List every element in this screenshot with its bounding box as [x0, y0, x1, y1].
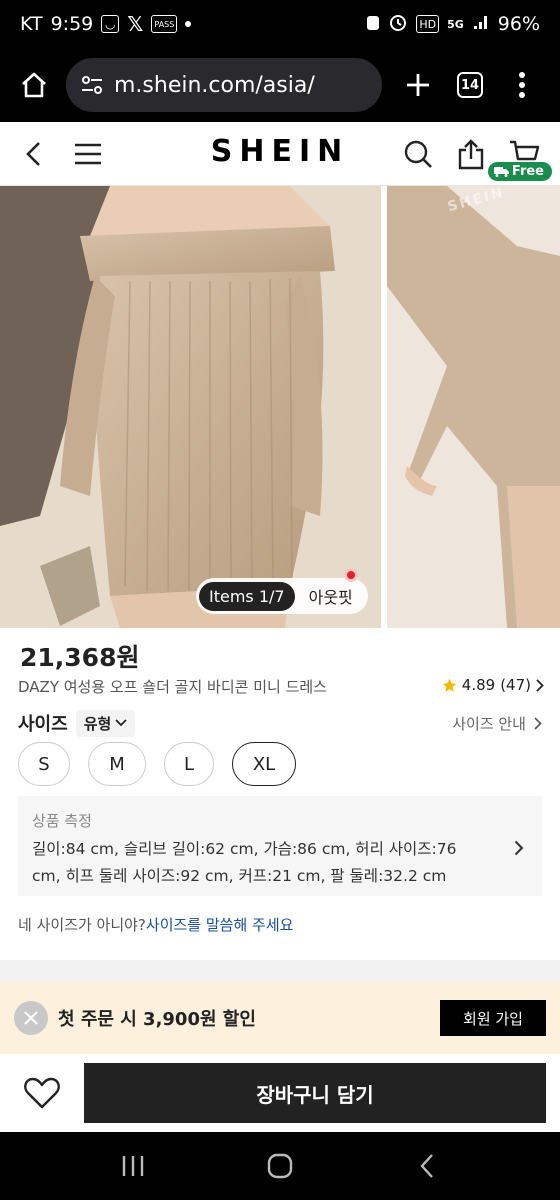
add-to-cart-button[interactable]: 장바구니 담기 — [84, 1063, 546, 1123]
items-count-label[interactable]: Items 1/7 — [199, 581, 295, 611]
product-gallery[interactable]: Items 1/7 아웃핏 SHEIN — [0, 186, 560, 628]
chevron-left-icon — [26, 142, 40, 166]
size-guide-label: 사이즈 안내 — [452, 714, 526, 733]
chevron-right-icon — [536, 678, 544, 692]
status-bar: KT 9:59 ◡ 𝕏 PASS HD 5G 96% — [0, 0, 560, 48]
clock: 9:59 — [50, 13, 94, 35]
product-photo-next[interactable]: SHEIN — [387, 186, 560, 628]
size-option-m[interactable]: M — [88, 742, 146, 786]
outfit-label[interactable]: 아웃핏 — [295, 584, 365, 608]
hd-voice-icon: HD — [416, 15, 440, 33]
search-icon — [404, 140, 432, 168]
dress-illustration — [0, 186, 381, 628]
items-outfit-pill[interactable]: Items 1/7 아웃핏 — [196, 578, 368, 614]
truck-icon — [493, 167, 509, 177]
url-text: m.shein.com/asia/ — [114, 72, 315, 98]
new-tab-button[interactable] — [392, 63, 444, 107]
chevron-right-icon — [514, 840, 524, 856]
wishlist-button[interactable] — [20, 1071, 64, 1115]
free-badge-label: Free — [511, 164, 544, 179]
hamburger-icon — [75, 143, 101, 165]
promo-text: 첫 주문 시 3,900원 할인 — [58, 1009, 256, 1030]
share-button[interactable] — [449, 132, 493, 176]
site-settings-icon[interactable] — [80, 73, 104, 97]
size-help-prefix: 네 사이즈가 아니야? — [18, 916, 146, 934]
browser-toolbar: m.shein.com/asia/ 14 — [0, 48, 560, 122]
measure-title: 상품 측정 — [32, 812, 92, 830]
size-options: S M L XL — [18, 742, 296, 786]
heart-icon — [24, 1077, 60, 1109]
product-photo-main[interactable]: Items 1/7 아웃핏 — [0, 186, 381, 628]
home-icon — [22, 72, 46, 98]
chevron-right-icon — [534, 716, 542, 730]
free-shipping-badge: Free — [487, 162, 552, 181]
outfit-indicator-dot — [344, 568, 358, 582]
tab-count: 14 — [457, 72, 483, 98]
section-divider — [0, 960, 560, 982]
recents-icon — [123, 1156, 144, 1176]
promo-banner: 첫 주문 시 3,900원 할인 회원 가입 — [0, 982, 560, 1054]
dress-side-illustration — [387, 186, 560, 628]
more-vert-icon — [519, 72, 525, 98]
size-option-xl[interactable]: XL — [232, 742, 296, 786]
carrier-label: KT — [20, 13, 43, 35]
product-title: DAZY 여성용 오프 숄더 골지 바디콘 미니 드레스 — [18, 678, 327, 696]
promo-close-button[interactable] — [14, 1001, 48, 1035]
rating-value: 4.89 — [461, 676, 496, 694]
size-header: 사이즈 유형 사이즈 안내 — [18, 708, 542, 738]
star-icon — [442, 678, 457, 692]
review-count: (47) — [500, 676, 531, 694]
home-button[interactable] — [12, 63, 56, 107]
size-option-s[interactable]: S — [18, 742, 70, 786]
chevron-down-icon — [115, 719, 127, 727]
size-type-label: 유형 — [83, 714, 112, 733]
lock-app-icon — [366, 13, 380, 36]
alarm-icon — [388, 12, 408, 37]
size-guide-link[interactable]: 사이즈 안내 — [452, 713, 542, 734]
system-nav-bar — [0, 1132, 560, 1200]
back-nav-button[interactable] — [397, 1142, 457, 1190]
product-measurements[interactable]: 상품 측정 길이:84 cm, 슬리브 길이:62 cm, 가슴:86 cm, … — [18, 796, 542, 896]
smile-app-icon: ◡ — [101, 15, 120, 33]
back-button[interactable] — [12, 132, 56, 176]
size-help: 네 사이즈가 아니야?사이즈를 말씀해 주세요 — [18, 914, 293, 935]
address-bar[interactable]: m.shein.com/asia/ — [66, 58, 382, 112]
rating-summary[interactable]: 4.89 (47) — [442, 676, 544, 694]
close-icon — [24, 1011, 38, 1025]
share-icon — [458, 139, 484, 170]
size-help-link[interactable]: 사이즈를 말씀해 주세요 — [146, 916, 294, 934]
back-chevron-icon — [420, 1154, 433, 1178]
menu-button[interactable] — [66, 132, 110, 176]
recents-button[interactable] — [103, 1142, 163, 1190]
size-label: 사이즈 — [18, 714, 68, 735]
signal-icon — [472, 13, 490, 36]
tab-switcher-button[interactable]: 14 — [444, 63, 496, 107]
join-button[interactable]: 회원 가입 — [440, 1000, 546, 1036]
x-icon: 𝕏 — [127, 12, 144, 36]
measure-line-1: 길이:84 cm, 슬리브 길이:62 cm, 가슴:86 cm, 허리 사이즈… — [32, 840, 457, 858]
network-icon: 5G — [447, 17, 464, 31]
size-option-l[interactable]: L — [164, 742, 214, 786]
battery-level: 96% — [497, 13, 540, 35]
plus-icon — [407, 74, 429, 96]
product-info: 21,368원 DAZY 여성용 오프 숄더 골지 바디콘 미니 드레스 4.8… — [0, 628, 560, 960]
home-nav-button[interactable] — [250, 1142, 310, 1190]
product-price: 21,368원 — [20, 643, 140, 672]
search-button[interactable] — [396, 132, 440, 176]
size-type-dropdown[interactable]: 유형 — [75, 709, 136, 737]
purchase-action-bar: 장바구니 담기 — [0, 1054, 560, 1132]
pass-icon: PASS — [151, 15, 178, 33]
notification-dot-icon — [185, 21, 192, 27]
site-header: SHEIN Free — [0, 122, 560, 186]
measure-text: 길이:84 cm, 슬리브 길이:62 cm, 가슴:86 cm, 허리 사이즈… — [32, 836, 492, 890]
browser-menu-button[interactable] — [496, 63, 548, 107]
measure-line-2: cm, 히프 둘레 사이즈:92 cm, 커프:21 cm, 팔 둘레:32.2… — [32, 867, 447, 885]
home-circle-icon — [267, 1153, 293, 1179]
